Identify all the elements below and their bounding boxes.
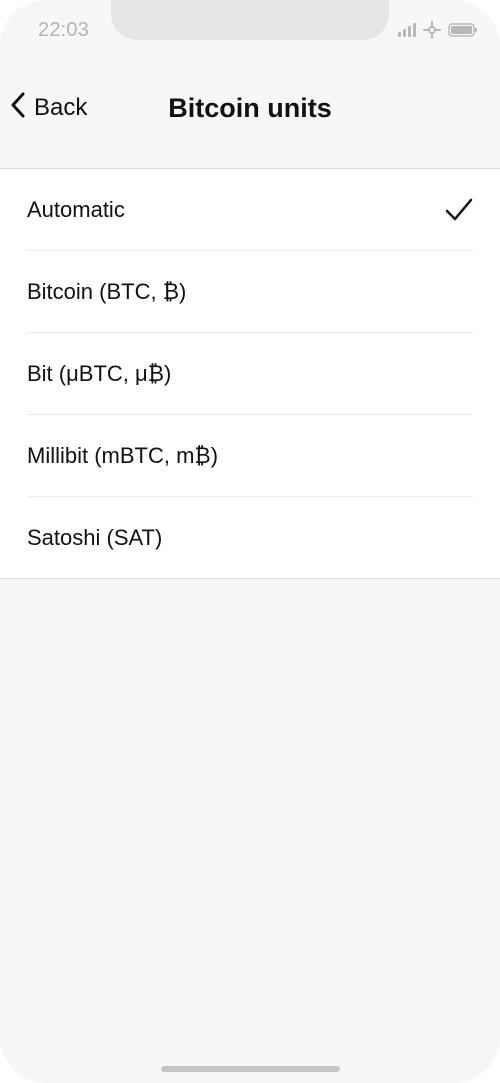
unit-option-label: Millibit (mBTC, m₿) bbox=[27, 442, 219, 468]
unit-option-label: Bitcoin (BTC, ₿) bbox=[27, 278, 187, 304]
status-icons bbox=[398, 21, 478, 39]
checkmark-icon bbox=[445, 198, 473, 222]
unit-option-satoshi[interactable]: Satoshi (SAT) bbox=[27, 497, 473, 578]
unit-option-label: Bit (μBTC, μ₿) bbox=[27, 360, 172, 386]
unit-option-automatic[interactable]: Automatic bbox=[27, 169, 473, 251]
page-title: Bitcoin units bbox=[168, 93, 332, 123]
unit-option-bitcoin[interactable]: Bitcoin (BTC, ₿) bbox=[27, 251, 473, 333]
wifi-icon bbox=[422, 21, 442, 39]
notch bbox=[111, 0, 389, 40]
bitcoin-units-list: Automatic Bitcoin (BTC, ₿) Bit (μBTC, μ₿… bbox=[0, 168, 500, 579]
phone-screen: 22:03 Back Bitcoin units Automatic Bitco… bbox=[0, 0, 500, 1083]
unit-option-label: Automatic bbox=[27, 196, 125, 222]
unit-option-bit[interactable]: Bit (μBTC, μ₿) bbox=[27, 333, 473, 415]
signal-icon bbox=[398, 23, 416, 37]
unit-option-millibit[interactable]: Millibit (mBTC, m₿) bbox=[27, 415, 473, 497]
status-time: 22:03 bbox=[38, 19, 90, 41]
battery-icon bbox=[448, 23, 478, 37]
navigation-bar: Back Bitcoin units bbox=[0, 70, 500, 150]
unit-option-label: Satoshi (SAT) bbox=[27, 524, 163, 550]
home-indicator[interactable] bbox=[161, 1066, 340, 1072]
